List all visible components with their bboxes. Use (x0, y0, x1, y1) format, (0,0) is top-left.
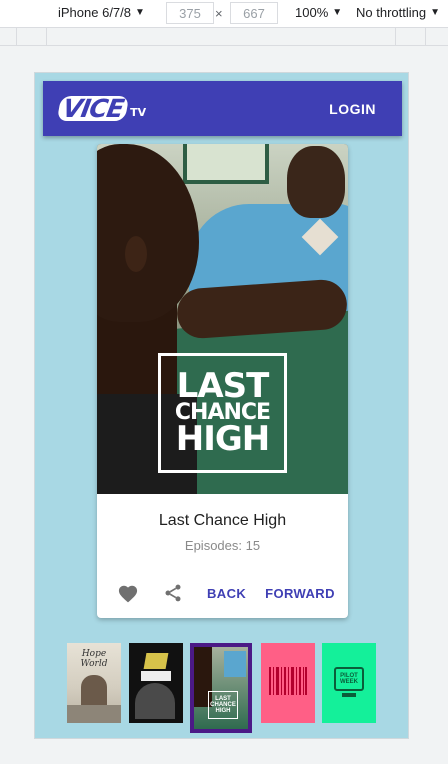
device-select[interactable]: iPhone 6/7/8 ▼ (58, 5, 145, 20)
devtools-toolbar: iPhone 6/7/8 ▼ 375 × 667 100% ▼ No throt… (0, 0, 448, 28)
zoom-label: 100% (295, 5, 329, 20)
thumbnail-strip: Hope World LAST CHANCE HIGH PILOT WEEK (67, 643, 379, 733)
show-poster: LAST CHANCE HIGH (97, 144, 348, 494)
back-button[interactable]: BACK (207, 586, 246, 601)
device-viewport: VICE TV LOGIN LAST CHANCE HIGH Last Chan… (34, 72, 409, 739)
card-content: Last Chance High Episodes: 15 (97, 494, 348, 553)
thumbnail-hope-world[interactable]: Hope World (67, 643, 121, 723)
thumb-title: PILOT WEEK (334, 667, 364, 691)
width-input[interactable]: 375 (166, 2, 214, 24)
thumbnail-show-2[interactable] (129, 643, 183, 723)
thumbnail-last-chance-high[interactable]: LAST CHANCE HIGH (190, 643, 252, 733)
poster-title-line3: HIGH (175, 419, 270, 460)
share-button[interactable] (163, 581, 183, 605)
share-icon (165, 584, 181, 602)
poster-title-line1: LAST (176, 366, 270, 407)
forward-button[interactable]: FORWARD (265, 586, 335, 601)
thumbnail-barcode[interactable] (261, 643, 315, 723)
favorite-button[interactable] (117, 581, 139, 605)
chevron-down-icon: ▼ (430, 7, 440, 18)
app-bar: VICE TV LOGIN (43, 81, 402, 136)
thumbnail-pilot-week[interactable]: PILOT WEEK (322, 643, 376, 723)
login-button[interactable]: LOGIN (329, 101, 376, 117)
logo-vice-text: VICE (56, 94, 130, 123)
times-icon: × (215, 6, 223, 21)
vice-tv-logo[interactable]: VICE TV (56, 94, 147, 123)
chevron-down-icon: ▼ (135, 7, 145, 18)
heart-icon (118, 585, 138, 603)
throttle-label: No throttling (356, 5, 427, 20)
poster-title-box: LAST CHANCE HIGH (158, 353, 287, 473)
card-actions: BACK FORWARD (97, 581, 348, 605)
height-input[interactable]: 667 (230, 2, 278, 24)
thumb-title: LAST CHANCE HIGH (208, 691, 238, 719)
barcode-icon (269, 667, 307, 695)
show-title: Last Chance High (158, 512, 287, 529)
thumb-title: Hope World (80, 649, 108, 669)
throttle-select[interactable]: No throttling ▼ (356, 5, 440, 20)
episode-count: Episodes: 15 (184, 538, 261, 553)
zoom-select[interactable]: 100% ▼ (295, 5, 342, 20)
chevron-down-icon: ▼ (332, 7, 343, 18)
media-query-ruler (0, 28, 448, 46)
logo-tv-text: TV (130, 106, 147, 119)
device-label: iPhone 6/7/8 (58, 5, 132, 20)
show-card: LAST CHANCE HIGH Last Chance High Episod… (97, 144, 348, 618)
device-canvas: VICE TV LOGIN LAST CHANCE HIGH Last Chan… (0, 46, 448, 764)
